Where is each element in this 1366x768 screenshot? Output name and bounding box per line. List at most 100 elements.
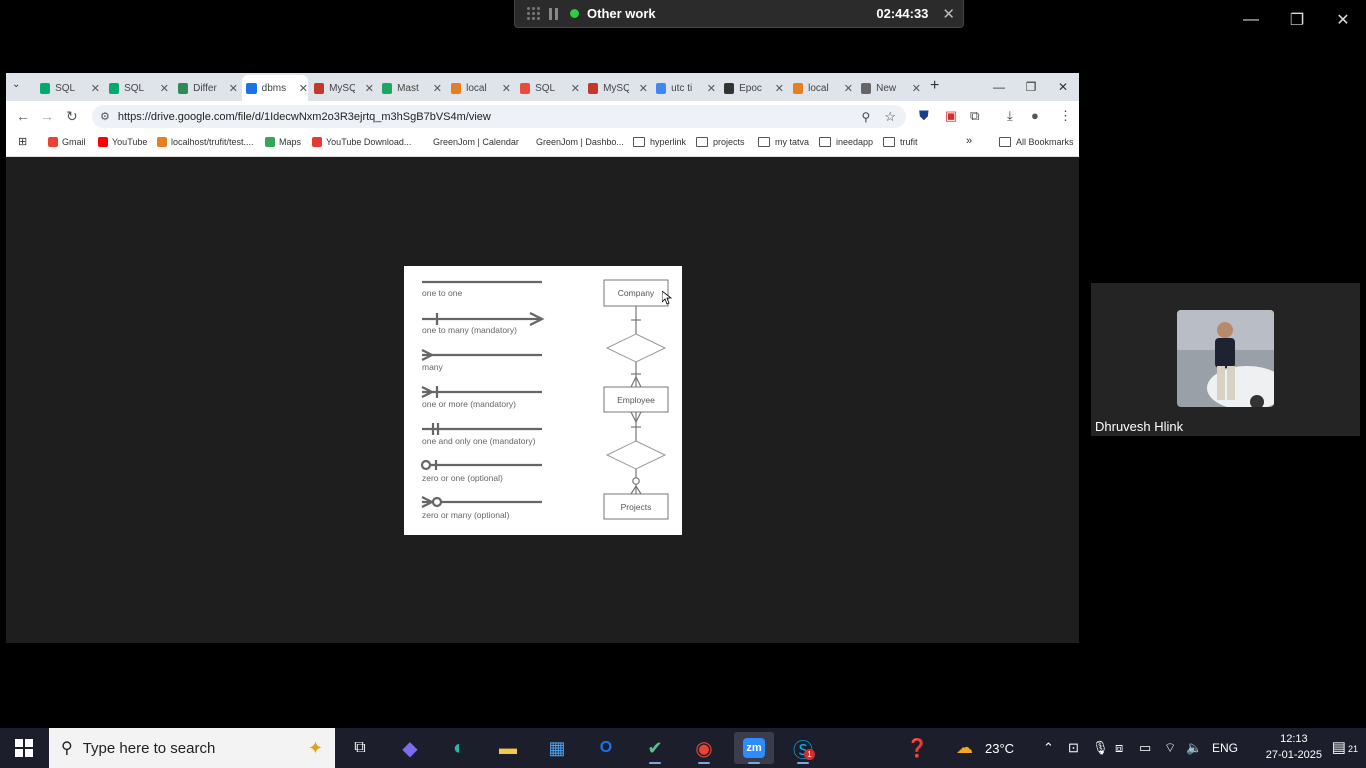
new-tab-button[interactable]: + <box>930 77 939 95</box>
bookmark-item[interactable]: localhost/trufit/test.... <box>157 137 254 147</box>
reload-icon[interactable]: ↻ <box>66 108 78 125</box>
display-icon[interactable]: ⧈ <box>1115 728 1123 768</box>
browser-tab[interactable]: New ✕ <box>857 75 921 101</box>
task-view-button[interactable]: ⧉ <box>340 732 380 764</box>
bookmark-item[interactable]: trufit <box>883 137 918 147</box>
participant-name: Dhruvesh Hlink <box>1095 419 1184 434</box>
tab-close-icon[interactable]: ✕ <box>912 82 921 95</box>
bookmark-star-icon[interactable]: ☆ <box>884 109 896 125</box>
weather-widget[interactable]: ☁ 23°C <box>956 728 1014 768</box>
downloads-icon[interactable]: ⤓ <box>1007 108 1013 124</box>
search-highlight-icon: ✦ <box>307 737 323 758</box>
tab-close-icon[interactable]: ✕ <box>502 82 511 95</box>
bookmark-item[interactable]: GreenJom | Calendar <box>419 137 519 147</box>
browser-tab[interactable]: Mast ✕ <box>378 75 442 101</box>
bookmark-item[interactable]: YouTube <box>98 137 147 147</box>
browser-tab[interactable]: Epoc ✕ <box>720 75 784 101</box>
bookmark-item[interactable]: Gmail <box>48 137 86 147</box>
tab-close-icon[interactable]: ✕ <box>571 82 580 95</box>
tab-close-icon[interactable]: ✕ <box>160 82 169 95</box>
tab-close-icon[interactable]: ✕ <box>707 82 716 95</box>
folder-icon <box>999 137 1011 147</box>
tab-close-icon[interactable]: ✕ <box>299 82 308 95</box>
stop-share-close-icon[interactable]: ✕ <box>942 5 955 23</box>
notation-label: one and only one (mandatory) <box>422 436 536 446</box>
back-arrow-icon[interactable]: ← <box>16 108 30 124</box>
chrome-app[interactable]: ◉ <box>684 732 724 764</box>
battery-icon[interactable]: ▭ <box>1139 728 1151 768</box>
show-hidden-icons-chevron-icon[interactable]: ⌃ <box>1043 728 1054 768</box>
network-icon[interactable]: ⌔ <box>1164 728 1176 768</box>
browser-tab[interactable]: local ✕ <box>789 75 853 101</box>
shield-extension-icon[interactable]: ⛊ <box>919 108 929 124</box>
browser-tab[interactable]: MySQ ✕ <box>584 75 648 101</box>
pause-share-button[interactable] <box>549 7 558 20</box>
tasks-app[interactable]: ✔ <box>635 732 675 764</box>
skype-app[interactable]: Ⓢ 1 <box>783 732 823 764</box>
microsoft-store-app[interactable]: ▦ <box>537 732 577 764</box>
tab-search-chevron-icon[interactable]: ⌄ <box>12 79 20 90</box>
apps-grid-icon[interactable]: ⊞ <box>18 135 27 148</box>
url-text[interactable]: https://drive.google.com/file/d/1IdecwNx… <box>118 111 862 123</box>
browser-tab[interactable]: SQL ✕ <box>36 75 100 101</box>
help-icon[interactable]: ❓ <box>906 728 928 768</box>
more-bookmarks-chevron-icon[interactable]: » <box>966 135 972 147</box>
volume-icon[interactable]: 🔈 <box>1186 728 1202 768</box>
participant-video-tile[interactable]: Dhruvesh Hlink <box>1091 283 1360 436</box>
site-info-icon[interactable]: ⚙ <box>100 110 110 123</box>
notation-label: zero or one (optional) <box>422 473 503 483</box>
extensions-puzzle-icon[interactable]: ⧉ <box>970 108 979 124</box>
bookmark-item[interactable]: hyperlink <box>633 137 686 147</box>
microphone-icon[interactable]: 🎙 <box>1092 728 1109 768</box>
browser-tab[interactable]: MySQ ✕ <box>310 75 374 101</box>
notification-center-icon[interactable]: ▤ 21 <box>1332 738 1358 756</box>
browser-tab[interactable]: Differ ✕ <box>174 75 238 101</box>
address-bar[interactable]: ⚙ https://drive.google.com/file/d/1Idecw… <box>92 105 906 128</box>
browser-maximize-button[interactable]: ❐ <box>1015 73 1047 101</box>
all-bookmarks[interactable]: All Bookmarks <box>999 137 1074 147</box>
edge-app[interactable]: ◐ <box>439 732 479 764</box>
copilot-app[interactable]: ◆ <box>390 732 430 764</box>
zoom-app[interactable]: zm <box>734 732 774 764</box>
forward-arrow-icon[interactable]: → <box>40 108 54 124</box>
browser-menu-icon[interactable]: ⋮ <box>1059 108 1072 124</box>
tab-close-icon[interactable]: ✕ <box>229 82 238 95</box>
close-button[interactable]: ✕ <box>1320 0 1366 40</box>
bookmark-label: Maps <box>279 137 302 147</box>
browser-close-button[interactable]: ✕ <box>1047 73 1079 101</box>
zoom-icon[interactable]: ⚲ <box>862 110 871 124</box>
bookmark-item[interactable]: GreenJom | Dashbo... <box>522 137 624 147</box>
browser-tab[interactable]: local ✕ <box>447 75 511 101</box>
language-indicator[interactable]: ENG <box>1212 728 1238 768</box>
tab-close-icon[interactable]: ✕ <box>639 82 648 95</box>
profile-avatar-icon[interactable]: ● <box>1031 108 1039 123</box>
tab-title: New <box>876 82 897 94</box>
minimize-button[interactable]: — <box>1228 0 1274 40</box>
browser-tab[interactable]: SQL ✕ <box>516 75 580 101</box>
bookmark-item[interactable]: ineedapp <box>819 137 873 147</box>
bookmark-item[interactable]: projects <box>696 137 745 147</box>
taskbar-search[interactable]: ⚲ Type here to search ✦ <box>49 728 335 768</box>
tab-close-icon[interactable]: ✕ <box>365 82 374 95</box>
restore-button[interactable]: ❐ <box>1274 0 1320 40</box>
bookmark-item[interactable]: Maps <box>265 137 301 147</box>
windows-taskbar: ⚲ Type here to search ✦ ⧉ ◆ ◐ ▬ ▦ O ✔ ◉ … <box>0 728 1366 768</box>
drag-handle-icon[interactable] <box>527 6 540 21</box>
browser-tab[interactable]: SQL ✕ <box>105 75 169 101</box>
tab-close-icon[interactable]: ✕ <box>91 82 100 95</box>
outlook-app[interactable]: O <box>586 732 626 764</box>
meet-now-icon[interactable]: ⊡ <box>1068 728 1079 768</box>
browser-minimize-button[interactable]: — <box>983 73 1015 101</box>
clock[interactable]: 12:13 27-01-2025 <box>1266 731 1322 763</box>
bookmark-item[interactable]: YouTube Download... <box>312 137 411 147</box>
bookmark-item[interactable]: my tatva <box>758 137 809 147</box>
tab-close-icon[interactable]: ✕ <box>775 82 784 95</box>
tab-close-icon[interactable]: ✕ <box>433 82 442 95</box>
start-button[interactable] <box>0 728 48 768</box>
tab-close-icon[interactable]: ✕ <box>844 82 853 95</box>
browser-tab[interactable]: dbms ✕ <box>242 75 308 101</box>
browser-tab[interactable]: utc ti ✕ <box>652 75 716 101</box>
file-explorer-app[interactable]: ▬ <box>488 732 528 764</box>
tab-strip: ⌄ SQL ✕ SQL ✕ Differ ✕ dbms ✕ MySQ ✕ Mast ✕ local ✕ SQ… <box>6 73 1079 101</box>
video-extension-icon[interactable]: ▣ <box>945 108 957 124</box>
